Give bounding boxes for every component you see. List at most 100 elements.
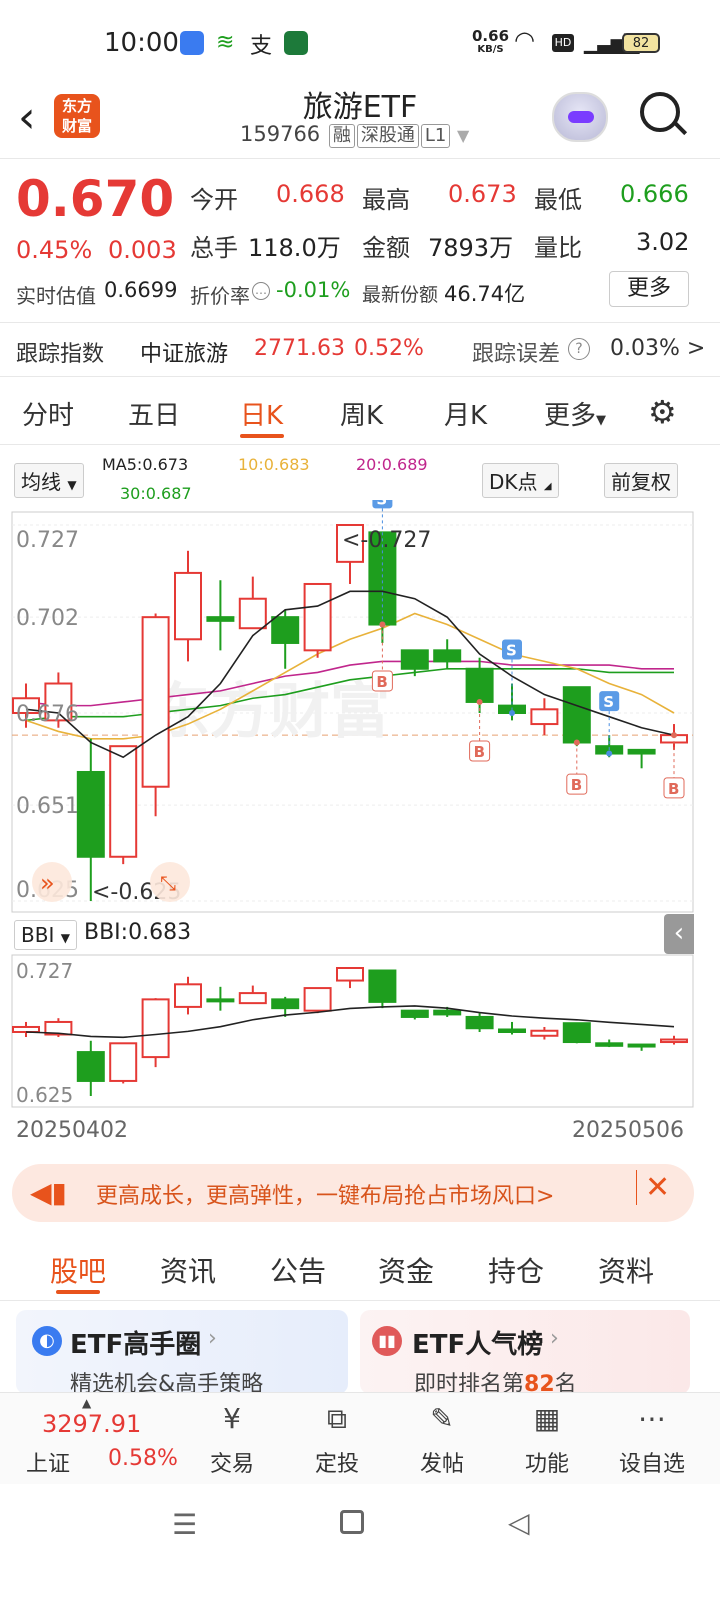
high-annotation: <-0.727 [342,528,431,553]
candle-body [303,987,332,1012]
nav-add-watch[interactable]: 设自选 [612,1446,692,1478]
current-price: 0.670 [16,170,175,228]
index-value[interactable]: 3297.91 [42,1410,141,1438]
system-nav-bar [0,1484,720,1600]
content-tab-underline [56,1290,100,1294]
page-title: 旅游ETF [302,90,418,125]
track-index[interactable]: 中证旅游 [140,336,228,368]
nav-trade[interactable]: 交易 [192,1446,272,1478]
tab-news[interactable]: 资讯 [160,1250,216,1290]
tab-profile[interactable]: 资料 [598,1250,654,1290]
error-value[interactable]: 0.03% > [610,336,705,361]
status-time: 10:00 [104,28,179,58]
search-icon[interactable] [640,92,680,132]
adjust-button[interactable]: 前复权 [604,463,678,498]
home-icon[interactable] [340,1510,364,1534]
nav-invest[interactable]: 定投 [297,1446,377,1478]
candle-body [660,1038,688,1044]
candle-body [562,686,591,744]
tab-notice[interactable]: 公告 [270,1250,326,1290]
signal-dot [671,732,677,739]
menu-icon[interactable]: ☰ [172,1508,197,1541]
realtime-value: 0.6699 [104,278,178,302]
tag-level: L1 [420,124,451,148]
robot-avatar-icon[interactable] [552,92,608,142]
tab-underline [240,434,284,438]
tab-weekly-k[interactable]: 周K [340,395,383,432]
candle-body [141,998,170,1059]
tab-five-day[interactable]: 五日 [128,395,180,432]
card-etf-ranking[interactable]: ▮▮ ETF人气榜 › 即时排名第82名 [360,1310,690,1397]
stat-value-high: 0.673 [448,180,517,208]
signal-dot [509,710,515,716]
double-chevron-icon: » [40,869,55,897]
tab-holding[interactable]: 持仓 [488,1250,544,1290]
nav-post[interactable]: 发帖 [402,1446,482,1478]
candle-body [12,1025,40,1034]
stat-label-low: 最低 [534,186,582,214]
alipay-icon: 支 [250,34,273,59]
tab-fund[interactable]: 资金 [378,1250,434,1290]
candle-body [109,745,138,858]
close-icon[interactable]: ✕ [636,1170,670,1205]
signal-dot [379,621,386,628]
x-label-end: 20250506 [572,1118,684,1143]
candle-body [368,969,397,1003]
yuan-icon[interactable]: ¥ [192,1402,272,1435]
collapse-panel-icon[interactable]: ‹ [664,914,694,954]
candle-body [271,616,300,644]
signal-dot [606,750,613,757]
edit-icon[interactable]: ✎ [402,1402,482,1435]
dk-button[interactable]: DK点 ◢ [482,463,559,498]
more-dots-icon[interactable]: ⋯ [612,1402,692,1435]
sell-signal-label: S [376,500,387,508]
kline-chart[interactable]: 东方财富 S S S B B B B 0.727 0.702 0.676 0.651 0.625 0.… [0,500,720,1160]
candle-body [271,998,300,1010]
stat-value-ratio: 3.02 [636,228,690,256]
candle-body [336,967,364,982]
candle-body [627,1043,656,1048]
tab-guba[interactable]: 股吧 [50,1250,106,1290]
banner-text[interactable]: 更高成长，更高弹性，一键布局抢占市场风口> [96,1178,632,1210]
bbi-select[interactable]: BBI ▼ [14,920,77,950]
ma20-label: 20:0.689 [356,455,428,474]
battery-icon: 82 [622,33,660,53]
stat-label-high: 最高 [362,186,410,214]
circle-logo-icon: ◐ [32,1326,62,1356]
ma10-label: 10:0.683 [238,455,310,474]
tab-more[interactable]: 更多▼ [544,395,606,432]
chart-calendar-icon[interactable]: ⧉ [297,1402,377,1436]
stat-label-volume: 总手 [190,234,238,262]
stat-value-volume: 118.0万 [248,234,341,262]
chevron-right-icon: › [208,1326,217,1351]
card-etf-circle[interactable]: ◐ ETF高手圈 › 精选机会&高手策略 [16,1310,348,1397]
candle-body [400,1009,429,1018]
candle-body [530,1029,559,1037]
buy-signal-label: B [571,776,582,794]
stock-code-line[interactable]: 159766 融深股通 L1 ▼ [240,122,469,148]
tab-monthly-k[interactable]: 月K [444,395,487,432]
change-abs: 0.003 [108,236,177,264]
bbi-value: BBI:0.683 [84,920,192,945]
grid-icon[interactable]: ▦ [507,1402,587,1435]
back-icon[interactable]: ◁ [508,1506,530,1539]
index-name[interactable]: 上证 [26,1446,70,1478]
candle-body [238,992,267,1005]
sub-y-tick-label: 0.727 [16,959,73,983]
ma-select[interactable]: 均线 ▼ [14,463,84,498]
more-button[interactable]: 更多 [609,271,689,307]
megaphone-icon: ◀▮ [30,1176,67,1209]
candle-body [465,1015,494,1030]
discount-value: -0.01% [276,278,351,302]
signal-dot [573,739,580,746]
info-icon[interactable]: … [252,282,270,300]
gear-icon[interactable]: ⚙ [648,393,677,431]
index-pct[interactable]: 0.58% [108,1446,178,1471]
nav-functions[interactable]: 功能 [507,1446,587,1478]
help-icon[interactable]: ? [568,338,590,360]
stat-value-amount: 7893万 [428,234,514,262]
tab-daily-k[interactable]: 日K [240,395,283,432]
candle-body [76,770,105,858]
chevron-right-icon: › [550,1326,559,1351]
tab-timeshare[interactable]: 分时 [22,395,74,432]
